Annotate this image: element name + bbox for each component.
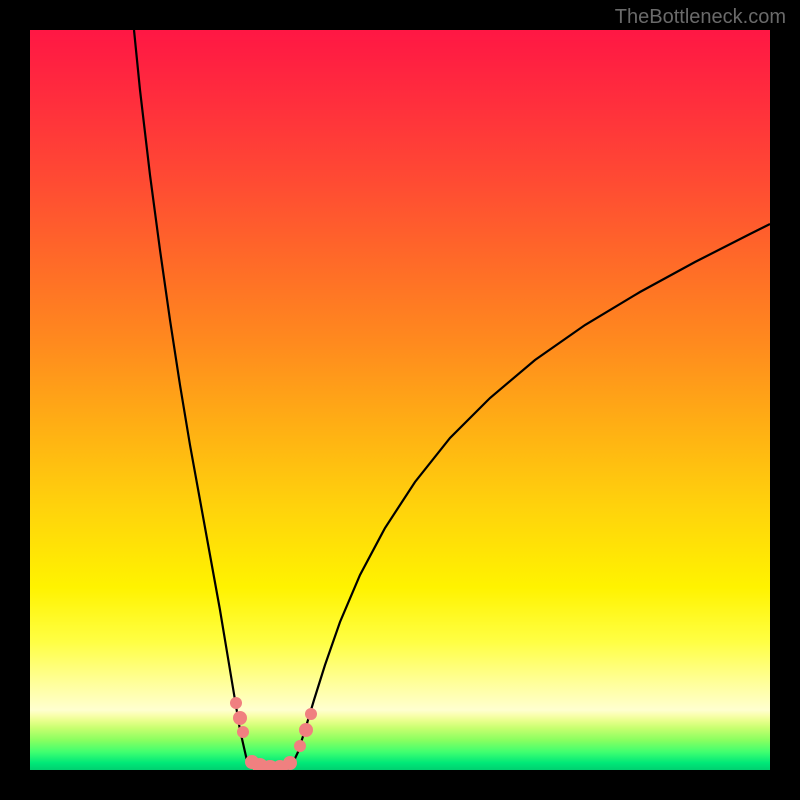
- data-marker: [233, 711, 247, 725]
- data-marker: [230, 697, 242, 709]
- data-marker: [237, 726, 249, 738]
- data-marker: [299, 723, 313, 737]
- chart-outer: TheBottleneck.com: [0, 0, 800, 800]
- plot-area: [30, 30, 770, 770]
- watermark-text: TheBottleneck.com: [615, 6, 786, 29]
- marker-layer: [30, 30, 770, 770]
- data-marker: [305, 708, 317, 720]
- data-marker: [283, 756, 297, 770]
- data-marker: [294, 740, 306, 752]
